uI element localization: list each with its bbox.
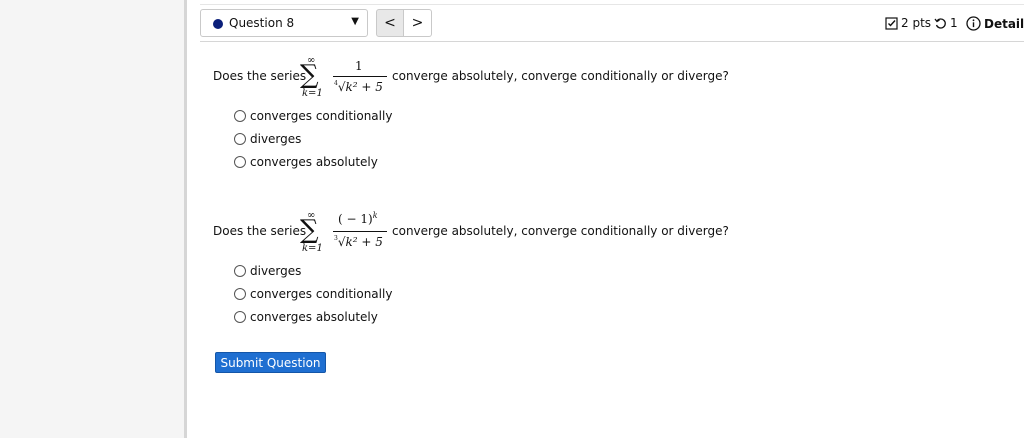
details-label: Details xyxy=(984,16,1024,31)
q1-option-label: converges absolutely xyxy=(250,155,378,169)
q1-option-label: converges conditionally xyxy=(250,109,393,123)
radio-button[interactable] xyxy=(234,311,246,323)
q2-numerator-exponent: k xyxy=(372,211,378,220)
q2-option[interactable]: converges conditionally xyxy=(234,287,392,301)
details-link[interactable]: Details xyxy=(966,16,1024,31)
radio-button[interactable] xyxy=(234,110,246,122)
radio-button[interactable] xyxy=(234,156,246,168)
q1-radicand: k² + 5 xyxy=(345,80,383,94)
gutter-divider xyxy=(184,0,187,438)
q2-sum-lower: k=1 xyxy=(302,243,323,254)
q2-option[interactable]: diverges xyxy=(234,264,301,278)
checkbox-icon xyxy=(885,16,898,30)
q1-fraction-bar xyxy=(333,76,387,77)
q2-option-label: converges conditionally xyxy=(250,287,393,301)
q2-denominator: 3√k² + 5 xyxy=(334,235,383,249)
points-info: 2 pts xyxy=(885,16,931,30)
question-1-suffix: converge absolutely, converge conditiona… xyxy=(392,69,729,83)
radio-button[interactable] xyxy=(234,133,246,145)
q2-option-label: diverges xyxy=(250,264,302,278)
tries-count: 1 xyxy=(950,16,958,30)
radio-button[interactable] xyxy=(234,265,246,277)
caret-down-icon: ▼ xyxy=(351,16,359,27)
q1-sigma: ∑ xyxy=(300,60,319,90)
previous-question-button[interactable]: < xyxy=(376,9,404,37)
question-2-prefix: Does the series xyxy=(213,224,307,238)
q1-option[interactable]: converges absolutely xyxy=(234,155,378,169)
q1-option[interactable]: converges conditionally xyxy=(234,109,392,123)
q1-option-label: diverges xyxy=(250,132,302,146)
q2-fraction-bar xyxy=(333,231,387,232)
submit-question-button[interactable]: Submit Question xyxy=(215,352,326,373)
q1-option[interactable]: diverges xyxy=(234,132,301,146)
question-1-prefix: Does the series xyxy=(213,69,307,83)
status-dot-icon xyxy=(213,19,223,29)
q1-sum-lower: k=1 xyxy=(302,88,323,99)
q2-option[interactable]: converges absolutely xyxy=(234,310,378,324)
q2-numerator: ( − 1)k xyxy=(338,211,378,226)
question-select-label: Question 8 xyxy=(229,16,295,30)
info-icon xyxy=(966,16,981,31)
tries-info: 1 xyxy=(934,16,958,30)
q2-sigma: ∑ xyxy=(300,215,319,245)
q2-radical-index: 3 xyxy=(334,235,338,242)
question-2-suffix: converge absolutely, converge conditiona… xyxy=(392,224,729,238)
next-question-button[interactable]: > xyxy=(404,9,432,37)
top-divider xyxy=(200,4,1024,5)
left-gutter xyxy=(0,0,184,438)
q2-radicand: k² + 5 xyxy=(345,235,383,249)
radio-button[interactable] xyxy=(234,288,246,300)
q2-option-label: converges absolutely xyxy=(250,310,378,324)
q2-numerator-base: ( − 1) xyxy=(338,212,373,226)
retry-icon xyxy=(934,17,946,29)
q1-radical-index: 4 xyxy=(334,80,338,87)
q1-denominator: 4√k² + 5 xyxy=(334,80,383,94)
q1-numerator: 1 xyxy=(355,59,363,73)
header-divider xyxy=(200,41,1024,42)
points-label: 2 pts xyxy=(901,16,932,30)
question-select[interactable]: Question 8 ▼ xyxy=(200,9,368,37)
